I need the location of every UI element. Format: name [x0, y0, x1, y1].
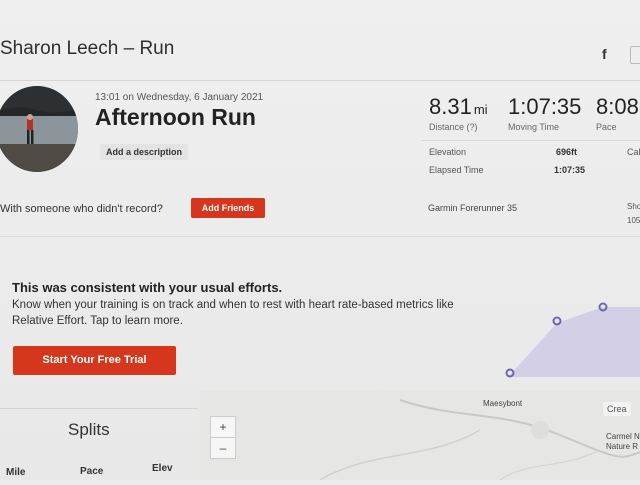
- pace-value: 8:08: [596, 94, 639, 119]
- splits-column-pace: Pace: [80, 466, 104, 477]
- moving-time-value: 1:07:35: [508, 94, 582, 119]
- map-place-label: Nature R: [606, 442, 639, 451]
- moving-time-label: Moving Time: [508, 122, 560, 132]
- page-title: Sharon Leech – Run: [0, 38, 175, 59]
- map-zoom-in-button[interactable]: +: [210, 416, 236, 438]
- splits-column-elev: Elev: [152, 463, 173, 474]
- relative-effort-chart[interactable]: [495, 295, 640, 385]
- lake-photo: [0, 86, 78, 172]
- map-place-label: Carmel N: [606, 432, 640, 441]
- activity-title: Afternoon Run: [95, 104, 256, 130]
- shoes-value: 105: [627, 216, 640, 225]
- facebook-share-icon[interactable]: f: [602, 46, 607, 62]
- effort-description[interactable]: Know when your training is on track and …: [12, 297, 482, 329]
- record-prompt: With someone who didn't record?: [0, 203, 163, 215]
- calories-label: Cal: [627, 147, 640, 157]
- start-free-trial-button[interactable]: Start Your Free Trial: [13, 346, 176, 375]
- pace-label: Pace: [596, 122, 617, 132]
- splits-title: Splits: [68, 420, 110, 439]
- moving-time-stat: 1:07:35 Moving Time: [508, 94, 581, 132]
- more-options-icon[interactable]: [630, 46, 640, 64]
- add-friends-button[interactable]: Add Friends: [191, 198, 265, 218]
- distance-label: Distance (?): [429, 122, 478, 132]
- distance-value: 8.31 mi: [429, 94, 488, 119]
- stats-divider: [422, 140, 640, 141]
- distance-unit: mi: [473, 102, 488, 117]
- pace-stat: 8:08 Pace: [596, 94, 639, 132]
- route-map[interactable]: [200, 390, 640, 481]
- effort-range-band: [510, 307, 640, 377]
- map-zoom-out-button[interactable]: –: [210, 437, 236, 459]
- activity-datetime: 13:01 on Wednesday, 6 January 2021: [95, 92, 264, 103]
- map-terrain: [200, 390, 640, 481]
- activity-page: Sharon Leech – Run f 13:01 on Wednesday,…: [0, 0, 640, 481]
- page-header: Sharon Leech – Run f: [0, 22, 640, 81]
- elapsed-time-value: 1:07:35: [554, 165, 586, 175]
- device-name: Garmin Forerunner 35: [428, 203, 518, 213]
- elapsed-time-label: Elapsed Time: [429, 165, 484, 175]
- elevation-value: 696ft: [556, 147, 578, 157]
- elevation-label: Elevation: [429, 147, 467, 157]
- athlete-avatar[interactable]: [0, 86, 78, 172]
- map-place-label: Maesybont: [483, 399, 523, 408]
- splits-column-mile: Mile: [6, 467, 26, 478]
- distance-stat: 8.31 mi Distance (?): [429, 94, 488, 132]
- effort-heading: This was consistent with your usual effo…: [12, 280, 283, 295]
- shoes-label: Sho: [627, 202, 640, 211]
- section-divider: [0, 236, 640, 237]
- add-description-button[interactable]: Add a description: [100, 144, 189, 160]
- map-create-button[interactable]: Crea: [603, 402, 631, 416]
